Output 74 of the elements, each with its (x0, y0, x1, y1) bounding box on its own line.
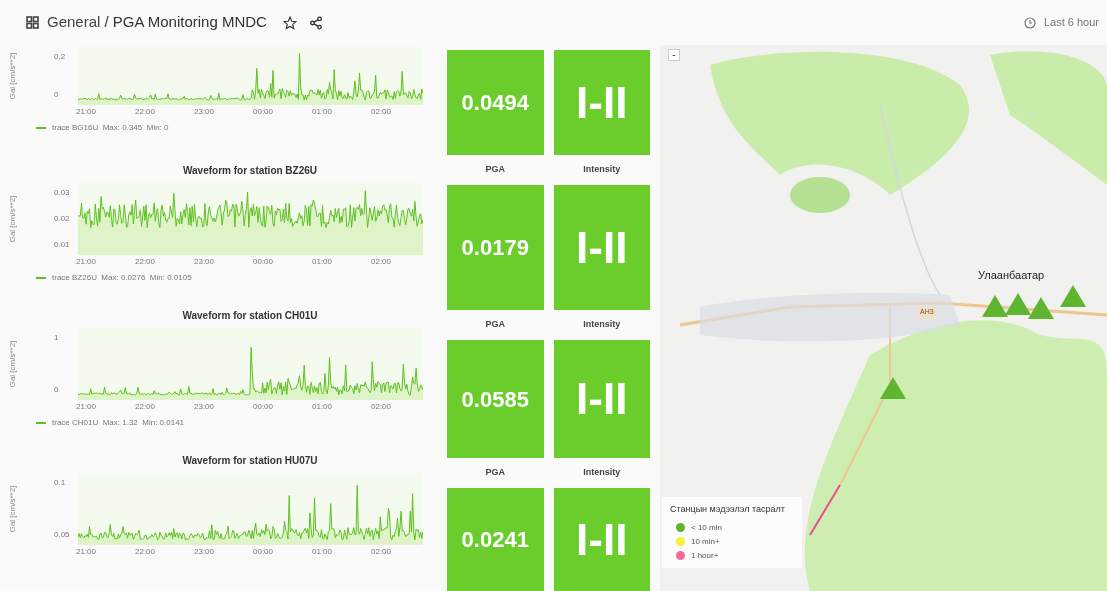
panel-title: Intensity (583, 318, 621, 332)
x-tick-label: 02:00 (371, 548, 391, 556)
map-city-label: Улаанбаатар (978, 268, 1045, 283)
x-tick-label: 21:00 (76, 548, 96, 556)
panel-title: Waveform for station HU07U (182, 453, 318, 468)
x-tick-label: 22:00 (135, 258, 155, 266)
x-tick-label: 02:00 (371, 258, 391, 266)
x-tick-label: 22:00 (135, 548, 155, 556)
pga-stat-value: 0.0179 (447, 185, 544, 310)
y-tick-label: 0.05 (54, 531, 70, 539)
pga-stat-value: 0.0585 (447, 340, 544, 458)
station-marker-icon[interactable] (880, 377, 906, 399)
time-range-picker[interactable]: Last 6 hour (1043, 14, 1099, 31)
x-tick-label: 23:00 (194, 403, 214, 411)
dashboard-grid-icon (26, 16, 39, 29)
x-tick-label: 01:00 (312, 108, 332, 116)
dashboard-title: / PGA Monitoring MNDC (104, 12, 267, 33)
x-tick-label: 00:00 (253, 258, 273, 266)
intensity-stat-value: I-II (553, 340, 650, 458)
x-tick-label: 23:00 (194, 108, 214, 116)
legend-label: 1 hour+ (691, 549, 719, 562)
y-axis-label: Gal [cm/s**2] (7, 195, 18, 243)
y-tick-label: 0 (54, 91, 59, 99)
x-tick-label: 22:00 (135, 108, 155, 116)
station-marker-icon[interactable] (1060, 285, 1086, 307)
x-tick-label: 02:00 (371, 108, 391, 116)
legend-label: < 10 min (691, 521, 722, 534)
y-tick-label: 0.03 (54, 189, 70, 197)
y-tick-label: 0.1 (54, 479, 66, 487)
clock-icon (1023, 16, 1036, 29)
x-tick-label: 00:00 (253, 548, 273, 556)
zoom-out-button[interactable]: - (668, 49, 680, 61)
x-tick-label: 02:00 (371, 403, 391, 411)
x-tick-label: 21:00 (76, 403, 96, 411)
station-marker-icon[interactable] (982, 295, 1008, 317)
x-tick-label: 23:00 (194, 258, 214, 266)
y-axis-label: Gal [cm/s**2] (7, 52, 18, 100)
x-tick-label: 23:00 (194, 548, 214, 556)
panel-title: PGA (485, 466, 505, 480)
panel-title: PGA (485, 163, 505, 177)
panel-title: Intensity (583, 466, 621, 480)
y-axis-label: Gal [cm/s**2] (7, 485, 18, 533)
x-tick-label: 01:00 (312, 548, 332, 556)
y-tick-label: 0.2 (54, 53, 66, 61)
legend-label[interactable]: trace BG16U Max: 0.345 Min: 0 (52, 122, 169, 134)
share-icon[interactable] (308, 15, 323, 30)
intensity-stat-value: I-II (553, 185, 650, 310)
panel-title: Waveform for station BZ26U (182, 163, 318, 178)
y-tick-label: 1 (54, 334, 59, 342)
pga-stat-value: 0.0241 (447, 488, 544, 591)
y-axis-label: Gal [cm/s**2] (7, 340, 18, 388)
x-tick-label: 22:00 (135, 403, 155, 411)
y-tick-label: 0.01 (54, 241, 70, 249)
legend-label: 10 min+ (691, 535, 720, 548)
star-icon[interactable] (282, 15, 297, 30)
pga-stat-value: 0.0494 (447, 50, 544, 155)
x-tick-label: 00:00 (253, 403, 273, 411)
x-tick-label: 21:00 (76, 108, 96, 116)
y-tick-label: 0.02 (54, 215, 70, 223)
x-tick-label: 21:00 (76, 258, 96, 266)
station-marker-icon[interactable] (1005, 293, 1031, 315)
panel-title: PGA (485, 318, 505, 332)
x-tick-label: 01:00 (312, 403, 332, 411)
x-tick-label: 01:00 (312, 258, 332, 266)
legend-label[interactable]: trace BZ26U Max: 0.0276 Min: 0.0105 (52, 272, 192, 284)
legend-title: Станцын мэдээлэл тасралт (670, 503, 786, 516)
intensity-stat-value: I-II (553, 50, 650, 155)
panel-title: Intensity (583, 163, 621, 177)
y-tick-label: 0 (54, 386, 59, 394)
x-tick-label: 00:00 (253, 108, 273, 116)
intensity-stat-value: I-II (553, 488, 650, 591)
breadcrumb-folder-link[interactable]: General (47, 11, 101, 34)
panel-title: Waveform for station CH01U (182, 308, 318, 323)
legend-label[interactable]: trace CH01U Max: 1.32 Min: 0.0141 (52, 417, 185, 429)
